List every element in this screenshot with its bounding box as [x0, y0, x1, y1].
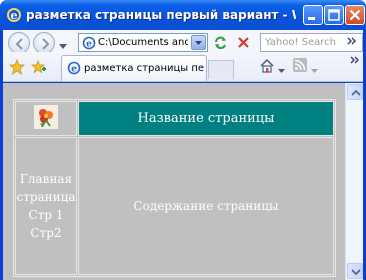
- page-viewport: Название страницы Главная страница Стр 1…: [3, 83, 345, 280]
- rss-icon[interactable]: [293, 58, 307, 72]
- more-search-chevron-icon[interactable]: [347, 36, 357, 46]
- maximize-button[interactable]: [324, 5, 344, 25]
- svg-text:e: e: [86, 40, 92, 50]
- flower-image: [34, 105, 58, 129]
- feeds-dropdown-icon[interactable]: [311, 64, 318, 73]
- svg-text:e: e: [11, 9, 18, 22]
- svg-text:e: e: [71, 65, 77, 75]
- more-tools-chevron-icon[interactable]: [350, 55, 360, 65]
- logo-cell: [15, 101, 77, 136]
- address-bar[interactable]: e C:\Documents and Se: [78, 33, 208, 52]
- nav-item[interactable]: Стр 1: [16, 206, 76, 224]
- refresh-button[interactable]: [211, 33, 230, 52]
- page-header: Название страницы: [78, 101, 334, 136]
- home-icon[interactable]: [259, 58, 275, 74]
- maximize-icon: [328, 9, 340, 21]
- new-tab-button[interactable]: [208, 60, 234, 79]
- ie-icon: e: [6, 7, 22, 23]
- scroll-up-button[interactable]: [347, 84, 363, 100]
- home-dropdown-icon[interactable]: [278, 64, 285, 73]
- page-nav: Главная страница Стр 1 Стр2: [15, 137, 77, 275]
- vertical-scrollbar[interactable]: [345, 83, 363, 280]
- address-input[interactable]: C:\Documents and Se: [98, 36, 188, 50]
- browser-window: e разметка страницы первый вариант - Win…: [0, 0, 366, 280]
- close-button[interactable]: [345, 5, 365, 25]
- stop-button[interactable]: [234, 33, 253, 52]
- star-icon[interactable]: [9, 59, 25, 75]
- refresh-icon: [215, 36, 226, 49]
- add-favorite-icon[interactable]: [31, 59, 47, 75]
- page-layout-table: Название страницы Главная страница Стр 1…: [13, 99, 336, 277]
- forward-button[interactable]: [33, 32, 55, 54]
- address-dropdown-button[interactable]: [191, 35, 206, 50]
- back-button[interactable]: [8, 32, 30, 54]
- nav-item[interactable]: Стр2: [16, 224, 76, 242]
- page-main-content: Содержание страницы: [78, 137, 334, 275]
- tab-label: разметка страницы перв...: [84, 63, 204, 74]
- page-icon: e: [67, 61, 81, 75]
- minimize-button[interactable]: [303, 5, 323, 25]
- nav-item[interactable]: страница: [16, 188, 76, 206]
- window-title: разметка страницы первый вариант - Windo…: [26, 8, 296, 22]
- scroll-down-button[interactable]: [347, 263, 363, 279]
- chevron-down-icon: [351, 269, 361, 276]
- search-input[interactable]: Yahoo! Search: [265, 36, 336, 50]
- nav-item[interactable]: Главная: [16, 170, 76, 188]
- navigation-toolbar: e C:\Documents and Se Yahoo! Search: [3, 30, 363, 54]
- page-icon: e: [82, 36, 96, 50]
- chevron-down-icon: [195, 41, 202, 45]
- minimize-icon: [308, 17, 315, 20]
- title-bar[interactable]: e разметка страницы первый вариант - Win…: [0, 0, 366, 30]
- tab-toolbar: e разметка страницы перв...: [3, 52, 363, 82]
- tab-active[interactable]: e разметка страницы перв...: [61, 55, 207, 81]
- recent-pages-dropdown-icon[interactable]: [59, 40, 67, 49]
- stop-icon: [238, 37, 249, 48]
- close-icon: [349, 9, 361, 21]
- chevron-up-icon: [351, 89, 361, 96]
